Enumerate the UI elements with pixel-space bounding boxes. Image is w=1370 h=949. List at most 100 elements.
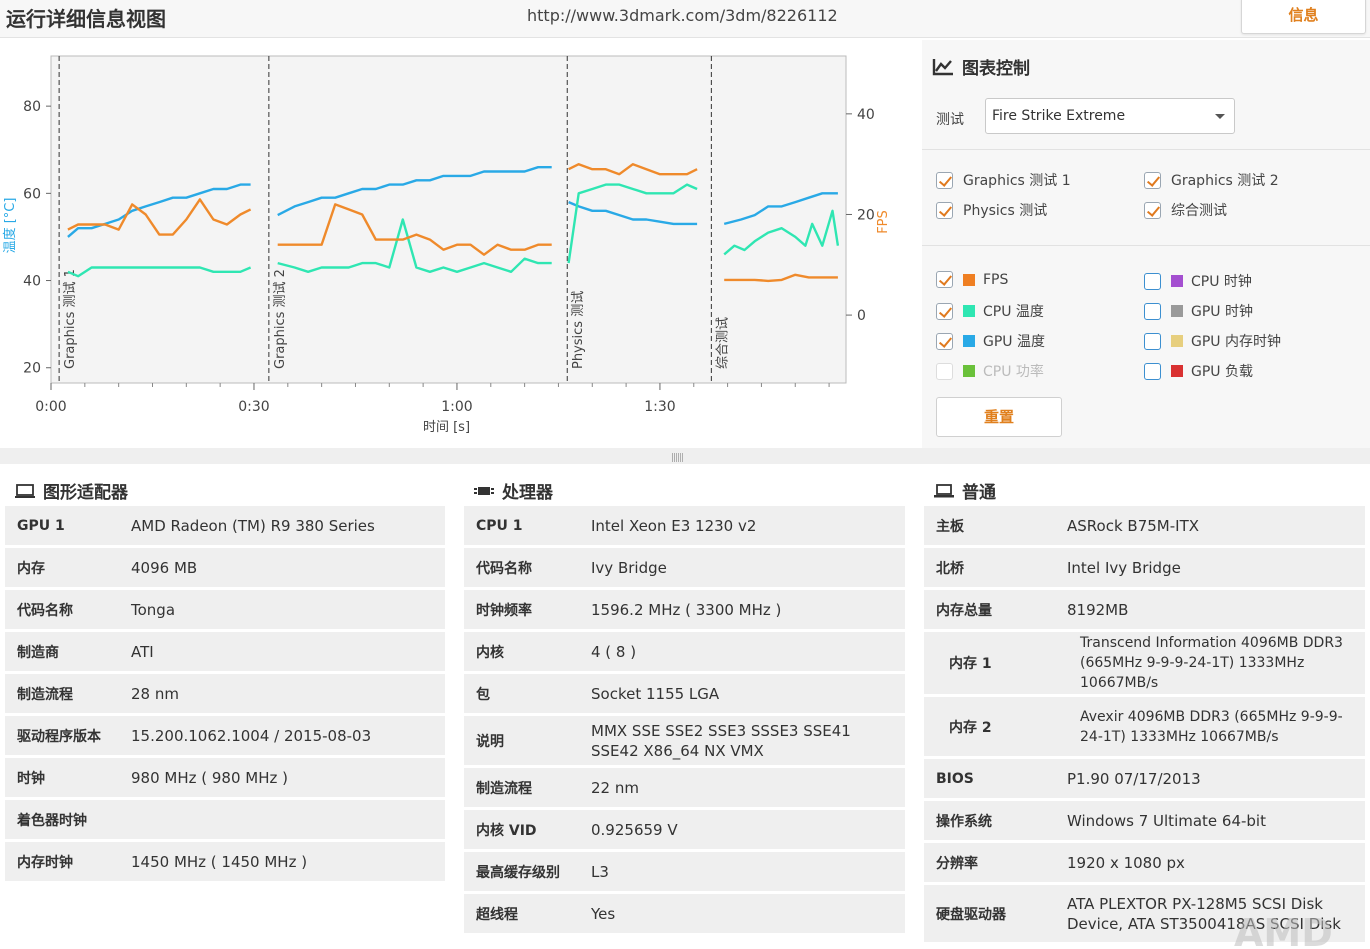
x-tick-label: 1:30 <box>644 399 675 415</box>
info-row: 内核 VID 0.925659 V <box>464 810 905 852</box>
info-key: 内存时钟 <box>17 854 73 871</box>
test-toggle-label: Graphics 测试 2 <box>1171 173 1279 189</box>
info-row: 内核 4 ( 8 ) <box>464 632 905 674</box>
y-left-axis-label: 温度 [°C] <box>2 198 18 254</box>
info-key: 操作系统 <box>936 813 992 830</box>
amd-logo-watermark: AMD <box>1234 912 1333 949</box>
info-row: 内存时钟 1450 MHz ( 1450 MHz ) <box>5 842 445 884</box>
info-row: 包 Socket 1155 LGA <box>464 674 905 716</box>
result-url[interactable]: http://www.3dmark.com/3dm/8226112 <box>527 6 838 25</box>
info-row: 主板 ASRock B75M-ITX <box>924 506 1365 548</box>
metric-label: FPS <box>983 271 1009 288</box>
metric-toggle-gpu-mem-clock[interactable]: GPU 内存时钟 <box>1144 331 1281 351</box>
info-key: 代码名称 <box>17 602 73 619</box>
color-swatch <box>1171 335 1183 347</box>
info-row: 制造流程 28 nm <box>5 674 445 716</box>
checkbox[interactable] <box>1144 272 1161 290</box>
cpu-chip-icon <box>474 486 494 495</box>
checkbox[interactable] <box>936 302 953 320</box>
chevron-down-icon <box>1215 114 1225 119</box>
watermark-text: AMD <box>1234 912 1333 949</box>
info-row: 制造流程 22 nm <box>464 768 905 810</box>
processor-panel: 处理器 CPU 1 Intel Xeon E3 1230 v2 代码名称 Ivy Br… <box>464 464 905 949</box>
info-row: 分辨率 1920 x 1080 px <box>924 843 1365 885</box>
color-swatch <box>963 305 975 317</box>
checkbox[interactable] <box>936 332 953 350</box>
checkbox[interactable] <box>1144 201 1161 219</box>
test-toggle-physics[interactable]: Physics 测试 <box>936 200 1047 220</box>
info-value: 8192MB <box>1067 600 1129 619</box>
info-key: 包 <box>476 686 490 703</box>
graphics-adapter-panel: 图形适配器 GPU 1 AMD Radeon (TM) R9 380 Series… <box>5 464 445 949</box>
info-key: 内核 <box>476 644 504 661</box>
checkbox[interactable] <box>1144 362 1161 380</box>
info-button[interactable]: 信息 <box>1241 0 1366 34</box>
divider <box>922 245 1370 246</box>
info-value: Transcend Information 4096MB DDR3 (665MH… <box>1080 635 1343 691</box>
metric-label: GPU 内存时钟 <box>1191 334 1281 350</box>
laptop-icon <box>934 483 954 497</box>
checkbox[interactable] <box>936 201 953 219</box>
info-row: 内存总量 8192MB <box>924 590 1365 632</box>
chart-area: 20 40 60 80 0 20 40 0:00 0:30 1:00 1:30 时间 [s] 温度 [°… <box>0 40 920 448</box>
info-row: 最高缓存级别 L3 <box>464 852 905 894</box>
color-swatch <box>963 273 975 286</box>
info-key: 制造流程 <box>17 686 73 703</box>
checkbox[interactable] <box>936 171 953 189</box>
test-select[interactable]: Fire Strike Extreme <box>985 98 1235 134</box>
section-label: Physics 测试 <box>571 291 586 369</box>
info-key: GPU 1 <box>17 517 65 534</box>
panel-splitter[interactable]: |||||| <box>0 448 1370 464</box>
y-left-tick-label: 80 <box>23 99 41 115</box>
info-row: 制造商 ATI <box>5 632 445 674</box>
monitor-icon <box>15 483 35 498</box>
metric-label: CPU 时钟 <box>1191 274 1252 290</box>
metric-toggle-gpu-clock[interactable]: GPU 时钟 <box>1144 301 1253 321</box>
y-left-tick-label: 40 <box>23 274 41 290</box>
gpu-info-table: GPU 1 AMD Radeon (TM) R9 380 Series 内存 4096… <box>5 506 445 884</box>
metric-toggle-cpu-temp[interactable]: CPU 温度 <box>936 301 1044 321</box>
info-value: Socket 1155 LGA <box>591 684 720 703</box>
info-key: 驱动程序版本 <box>17 728 101 745</box>
y-right-tick-label: 0 <box>857 308 866 324</box>
info-key: 时钟频率 <box>476 602 532 619</box>
test-toggle-label: 综合测试 <box>1171 203 1227 219</box>
y-right-tick-label: 40 <box>857 107 875 123</box>
test-toggle-graphics-2[interactable]: Graphics 测试 2 <box>1144 170 1279 190</box>
metric-toggle-gpu-load[interactable]: GPU 负载 <box>1144 361 1253 381</box>
info-key: 主板 <box>936 518 964 535</box>
general-panel: 普通 主板 ASRock B75M-ITX 北桥 Intel Ivy Bridge 内存… <box>924 464 1365 949</box>
panel-title-text: 图形适配器 <box>43 483 128 503</box>
info-key: 内存 <box>17 560 45 577</box>
reset-button[interactable]: 重置 <box>936 397 1062 437</box>
info-key: 内存 1 <box>949 656 992 672</box>
panel-title-text: 普通 <box>962 483 996 503</box>
info-value: Tonga <box>131 600 176 619</box>
info-key: 内核 VID <box>476 822 537 839</box>
test-toggle-combined[interactable]: 综合测试 <box>1144 200 1227 220</box>
test-toggle-graphics-1[interactable]: Graphics 测试 1 <box>936 170 1071 190</box>
run-details-chart: 20 40 60 80 0 20 40 0:00 0:30 1:00 1:30 时间 [s] 温度 [°… <box>2 55 891 435</box>
color-swatch <box>1171 275 1183 287</box>
info-key: 制造流程 <box>476 780 532 797</box>
info-value: 15.200.1062.1004 / 2015-08-03 <box>131 726 372 745</box>
metric-label: CPU 功率 <box>983 364 1044 380</box>
checkbox[interactable] <box>1144 302 1161 320</box>
y-right-tick-label: 20 <box>857 207 875 223</box>
section-label: Graphics 测试 2 <box>273 269 288 369</box>
metric-toggle-cpu-clock[interactable]: CPU 时钟 <box>1144 271 1252 291</box>
checkbox[interactable] <box>1144 171 1161 189</box>
metric-toggle-fps[interactable]: FPS <box>936 271 1008 288</box>
checkbox[interactable] <box>1144 332 1161 350</box>
y-right-axis-label: FPS <box>876 210 891 234</box>
color-swatch <box>1171 365 1183 377</box>
info-value: ATI <box>131 642 154 661</box>
drag-handle-icon[interactable]: |||||| <box>671 453 684 463</box>
x-tick-label: 0:00 <box>35 399 66 415</box>
checkbox[interactable] <box>936 271 953 288</box>
info-value: L3 <box>591 862 609 881</box>
panel-title: 普通 <box>934 478 996 503</box>
metric-toggle-gpu-temp[interactable]: GPU 温度 <box>936 331 1045 351</box>
info-key: 分辨率 <box>936 855 978 872</box>
test-select-value: Fire Strike Extreme <box>992 108 1126 124</box>
